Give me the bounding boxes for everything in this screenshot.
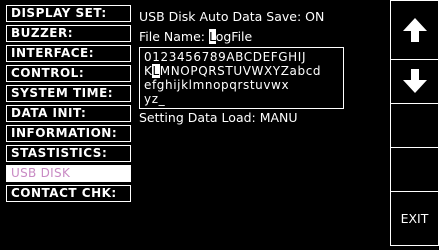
menu-item-system-time[interactable]: SYSTEM TIME:: [6, 85, 131, 102]
file-name-cursor: L: [208, 29, 216, 44]
menu-item-display-set[interactable]: DISPLAY SET:: [6, 5, 131, 22]
character-picker[interactable]: 0123456789ABCDEFGHIJ KLMNOPQRSTUVWXYZabc…: [139, 47, 344, 109]
charset-cursor: L: [152, 64, 160, 78]
exit-label: EXIT: [400, 211, 429, 226]
softkey-4[interactable]: [390, 147, 439, 192]
exit-button[interactable]: EXIT: [390, 191, 439, 246]
menu-item-interface[interactable]: INTERFACE:: [6, 45, 131, 62]
file-name-value: ogFile: [215, 29, 253, 44]
menu-item-statistics[interactable]: STASTISTICS:: [6, 145, 131, 162]
setting-data-load[interactable]: Setting Data Load: MANU: [139, 111, 298, 125]
menu-item-contact-chk[interactable]: CONTACT CHK:: [6, 185, 131, 202]
softkey-3[interactable]: [390, 103, 439, 148]
charset-row-4[interactable]: yz_: [144, 93, 165, 106]
up-button[interactable]: [390, 0, 439, 60]
file-name-field[interactable]: File Name: LogFile: [139, 29, 253, 44]
menu-item-data-init[interactable]: DATA INIT:: [6, 105, 131, 122]
down-button[interactable]: [390, 59, 439, 104]
file-name-label: File Name:: [139, 29, 209, 44]
charset-row-2-post: MNOPQRSTUVWXYZabcd: [159, 64, 322, 78]
charset-row-1[interactable]: 0123456789ABCDEFGHIJ: [144, 51, 306, 64]
charset-row-2[interactable]: KLMNOPQRSTUVWXYZabcd: [144, 64, 322, 78]
arrow-up-icon: [402, 18, 427, 42]
menu-item-buzzer[interactable]: BUZZER:: [6, 25, 131, 42]
arrow-down-icon: [402, 69, 427, 93]
instrument-screen: DISPLAY SET: BUZZER: INTERFACE: CONTROL:…: [0, 0, 439, 250]
auto-save-status[interactable]: USB Disk Auto Data Save: ON: [139, 10, 324, 24]
charset-row-3[interactable]: efghijklmnopqrstuvwx: [144, 79, 289, 92]
softkey-column: EXIT: [390, 0, 439, 246]
settings-menu: DISPLAY SET: BUZZER: INTERFACE: CONTROL:…: [6, 5, 131, 205]
menu-item-information[interactable]: INFORMATION:: [6, 125, 131, 142]
menu-item-usb-disk[interactable]: USB DISK: [6, 165, 131, 182]
menu-item-control[interactable]: CONTROL:: [6, 65, 131, 82]
